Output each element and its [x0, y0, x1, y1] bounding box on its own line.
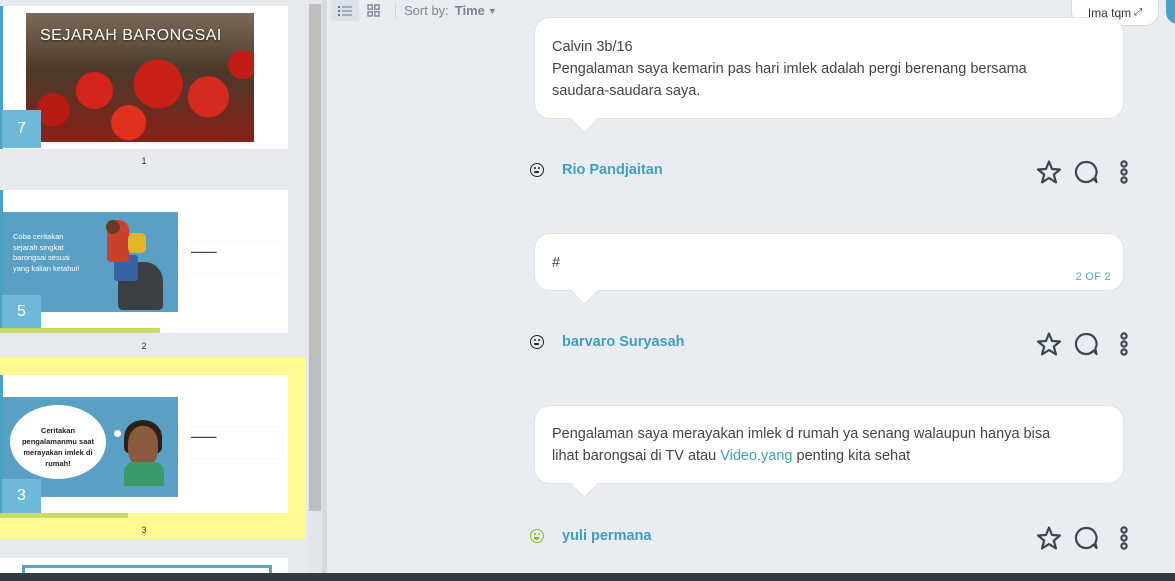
more-options-icon[interactable] — [1114, 525, 1140, 551]
response-author-row: barvaro Suryasah — [530, 329, 1130, 357]
grid-view-button[interactable] — [359, 0, 387, 21]
comment-icon[interactable] — [1073, 159, 1099, 185]
side-card-text: ▬▬▬▬ ▬▬▬ — [191, 434, 217, 439]
slide-2-side-card: ▬▬▬▬ ▬▬▬ — [183, 242, 282, 273]
response-text: Pengalaman saya merayakan imlek d rumah … — [552, 423, 1050, 467]
slide-2-prompt: Coba ceritakan sejarah singkat barongsai… — [13, 232, 80, 273]
thought-bubble-dot — [114, 430, 121, 437]
response-pager[interactable]: 2 OF 2 — [1076, 271, 1111, 283]
slide-1-number: 1 — [141, 156, 147, 166]
author-name: barvaro Suryasah — [562, 334, 685, 350]
response-card[interactable]: # 2 OF 2 — [534, 233, 1124, 291]
slide-3-number: 3 — [141, 525, 147, 535]
more-options-icon[interactable] — [1114, 331, 1140, 357]
neutral-face-icon — [530, 335, 544, 349]
response-line-text: lihat barongsai di TV atau — [552, 448, 721, 464]
toolbar: Sort by: Time ▼ — [331, 0, 497, 21]
list-icon — [338, 5, 352, 16]
response-line: Pengalaman saya kemarin pas hari imlek a… — [552, 61, 1027, 77]
slide-1-title: SEJARAH BARONGSAI — [40, 27, 222, 44]
comment-icon[interactable] — [1073, 331, 1099, 357]
slide-2-response-count-badge: 5 — [2, 295, 41, 328]
sidebar-scrollbar[interactable] — [308, 0, 322, 573]
list-view-button[interactable] — [331, 0, 359, 21]
response-link[interactable]: Video.yang — [720, 448, 792, 464]
slide-3-response-count-badge: 3 — [2, 479, 41, 513]
slide-1-response-count-badge: 7 — [2, 110, 41, 148]
toolbar-separator — [395, 2, 396, 19]
slide-2-number: 2 — [141, 341, 147, 351]
star-icon[interactable] — [1036, 525, 1062, 551]
slide-3-progress-bar — [0, 513, 128, 518]
side-card-text: ▬▬▬▬ ▬▬▬ — [191, 249, 217, 254]
response-author-row: yuli permana — [530, 523, 1130, 551]
star-icon[interactable] — [1036, 159, 1062, 185]
scrollbar-thumb[interactable] — [309, 4, 321, 511]
taskbar-edge — [0, 573, 1175, 581]
slide-2-progress-bar — [0, 328, 160, 333]
response-text: Calvin 3b/16 Pengalaman saya kemarin pas… — [552, 36, 1027, 102]
response-line: saudara-saudara saya. — [552, 83, 701, 99]
grid-icon — [366, 4, 380, 17]
response-line-text: penting kita sehat — [792, 448, 911, 464]
response-card[interactable]: Pengalaman saya merayakan imlek d rumah … — [534, 405, 1124, 484]
panel-divider[interactable] — [322, 0, 327, 573]
slide-4-frame — [22, 565, 272, 573]
comment-icon[interactable] — [1073, 525, 1099, 551]
avatar[interactable] — [1166, 0, 1175, 24]
response-line: Calvin 3b/16 — [552, 39, 633, 55]
sort-label: Sort by: — [404, 3, 449, 18]
slide-2-backpack — [128, 233, 146, 253]
slide-2-person-head — [106, 220, 120, 234]
star-icon[interactable] — [1036, 331, 1062, 357]
slide-3-prompt: Ceritakan pengalamanmu saat merayakan im… — [21, 426, 95, 468]
neutral-face-icon — [530, 163, 544, 177]
response-text: # — [552, 255, 561, 271]
author-name: Rio Pandjaitan — [562, 162, 663, 178]
author-name: yuli permana — [562, 528, 652, 544]
slides-sidebar: SEJARAH BARONGSAI 7 1 Coba ceritakan sej… — [0, 0, 308, 573]
chevron-down-icon[interactable]: ▼ — [488, 6, 497, 16]
smile-face-icon — [530, 529, 544, 543]
response-line: Pengalaman saya merayakan imlek d rumah … — [552, 426, 1051, 442]
sort-dropdown[interactable]: Time — [455, 3, 485, 18]
slide-3-person-body — [124, 462, 164, 486]
slide-thumbnail-4[interactable] — [0, 558, 288, 573]
more-options-icon[interactable] — [1114, 159, 1140, 185]
slide-3-person-face — [128, 426, 158, 466]
response-author-row: Rio Pandjaitan — [530, 157, 1130, 185]
slide-3-side-card: ▬▬▬▬ ▬▬▬ — [183, 427, 282, 458]
expand-icon: ⤢ — [1134, 7, 1143, 18]
response-card[interactable]: Calvin 3b/16 Pengalaman saya kemarin pas… — [534, 17, 1124, 119]
response-line: lihat barongsai di TV atau Video.yang pe… — [552, 445, 1050, 467]
